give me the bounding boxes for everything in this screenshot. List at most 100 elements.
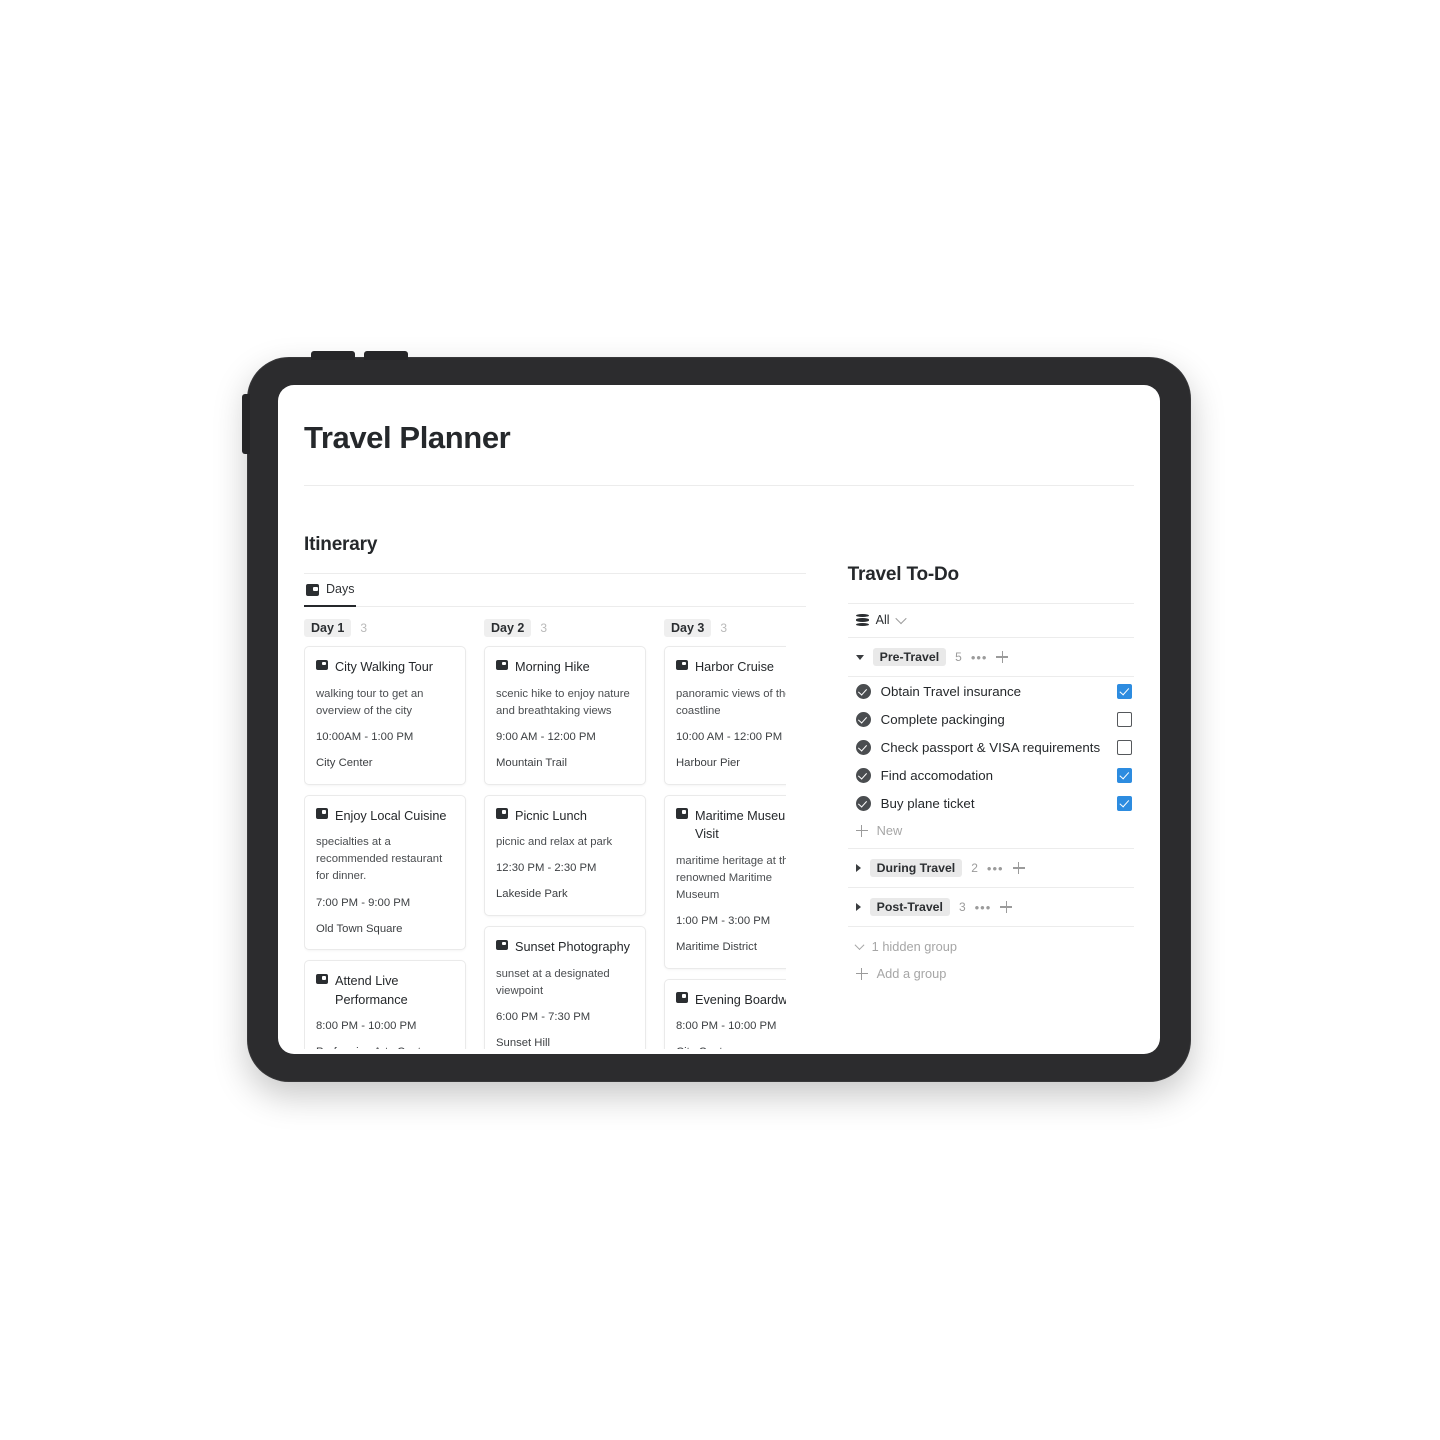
add-group-button[interactable]: Add a group (848, 954, 1134, 981)
calendar-icon (316, 972, 328, 985)
day-count: 3 (720, 621, 728, 636)
hidden-group-label: 1 hidden group (871, 939, 958, 955)
todo-new-item-label: New (876, 823, 903, 839)
todo-item-row[interactable]: Complete packinging (848, 705, 1134, 733)
hidden-group-toggle[interactable]: 1 hidden group (848, 927, 1134, 954)
itinerary-card[interactable]: Sunset Photography sunset at a designate… (484, 926, 646, 1050)
card-time: 9:00 AM - 12:00 PM (496, 730, 596, 743)
day-count: 3 (540, 621, 548, 636)
group-name-pill: Pre-Travel (872, 648, 947, 667)
add-group-label: Add a group (876, 966, 947, 982)
calendar-icon (496, 658, 508, 671)
todo-item-checkbox[interactable] (1117, 795, 1132, 811)
volume-down-button[interactable] (364, 351, 408, 360)
card-title-row: Evening Boardwalk (676, 991, 786, 1009)
itinerary-card[interactable]: Evening Boardwalk 8:00 PM - 10:00 PM Cit… (664, 978, 786, 1050)
todo-item-row[interactable]: Check passport & VISA requirements (848, 733, 1134, 761)
group-add-icon[interactable] (1000, 901, 1013, 914)
day-header[interactable]: Day 2 3 (484, 619, 646, 646)
card-description: picnic and relax at park (496, 836, 613, 849)
itinerary-board-scroll[interactable]: Day 1 3 City Walking Tour walking tour t… (304, 619, 786, 1050)
day-column: Day 3 3 Harbor Cruise panoramic views of… (664, 619, 786, 1050)
card-title-row: Maritime Museum Visit (676, 807, 786, 844)
day-count: 3 (360, 621, 368, 636)
power-button[interactable] (242, 394, 250, 454)
card-time: 8:00 PM - 10:00 PM (316, 1020, 417, 1033)
tab-days[interactable]: Days (304, 574, 357, 608)
todo-group-header-during-travel[interactable]: During Travel 2 ••• (847, 849, 1134, 889)
card-location: Performing Arts Center (316, 1044, 454, 1049)
tablet-device-frame: Travel Planner Itinerary Days Day 1 3 Ci… (242, 351, 1191, 1082)
card-time: 6:00 PM - 7:30 PM (496, 1010, 591, 1023)
itinerary-card[interactable]: Enjoy Local Cuisine specialties at a rec… (304, 794, 466, 951)
card-location: Sunset Hill (496, 1036, 550, 1049)
todo-heading: Travel To-Do (847, 564, 959, 586)
day-header[interactable]: Day 3 3 (664, 619, 786, 646)
group-more-options-icon[interactable]: ••• (975, 901, 992, 914)
check-circle-icon (855, 739, 871, 755)
day-header[interactable]: Day 1 3 (304, 619, 466, 646)
todo-item-checkbox[interactable] (1117, 711, 1132, 727)
card-title-row: Sunset Photography (496, 938, 634, 956)
group-more-options-icon[interactable]: ••• (987, 862, 1004, 875)
day-name-pill: Day 1 (304, 619, 352, 638)
card-title-row: Picnic Lunch (496, 807, 634, 825)
group-count: 5 (955, 650, 962, 665)
chevron-down-icon[interactable] (894, 613, 907, 625)
itinerary-card[interactable]: Attend Live Performance 8:00 PM - 10:00 … (304, 960, 466, 1050)
app-header: Travel Planner (278, 385, 1160, 487)
calendar-icon (676, 991, 688, 1003)
todo-group-header-post-travel[interactable]: Post-Travel 3 ••• (847, 888, 1134, 928)
calendar-icon (496, 938, 508, 951)
day-name-pill: Day 2 (484, 619, 532, 638)
card-title: Maritime Museum Visit (695, 808, 786, 842)
group-add-icon[interactable] (1012, 862, 1025, 875)
card-time: 10:00 AM - 12:00 PM (676, 730, 783, 743)
todo-item-checkbox[interactable] (1117, 739, 1132, 755)
card-description: scenic hike to enjoy nature and breathta… (496, 687, 630, 717)
todo-item-row[interactable]: Obtain Travel insurance (848, 677, 1134, 705)
day-column: Day 1 3 City Walking Tour walking tour t… (304, 619, 466, 1050)
todo-item-checkbox[interactable] (1117, 683, 1132, 699)
todo-group-header-pre-travel[interactable]: Pre-Travel 5 ••• (847, 638, 1134, 678)
card-title-row: Enjoy Local Cuisine (316, 807, 454, 825)
calendar-icon (316, 807, 328, 819)
card-description: specialties at a recommended restaurant … (316, 836, 443, 883)
card-title: City Walking Tour (335, 660, 434, 675)
itinerary-card[interactable]: Maritime Museum Visit maritime heritage … (664, 794, 786, 969)
card-title-row: Harbor Cruise (676, 658, 786, 676)
day-column: Day 2 3 Morning Hike scenic hike to enjo… (484, 619, 646, 1050)
itinerary-card[interactable]: Harbor Cruise panoramic views of the coa… (664, 646, 786, 785)
group-more-options-icon[interactable]: ••• (971, 651, 988, 664)
itinerary-card[interactable]: Morning Hike scenic hike to enjoy nature… (484, 646, 646, 785)
collapse-triangle-icon[interactable] (855, 864, 861, 873)
check-circle-icon (855, 711, 871, 727)
card-description: sunset at a designated viewpoint (496, 967, 610, 997)
card-title-row: Morning Hike (496, 658, 634, 676)
tab-days-label: Days (326, 582, 355, 597)
todo-item-label: Find accomodation (880, 767, 993, 783)
todo-item-row[interactable]: Buy plane ticket (848, 789, 1134, 817)
itinerary-section: Itinerary Days Day 1 3 City Walking Tour… (304, 486, 806, 1054)
itinerary-card[interactable]: Picnic Lunch picnic and relax at park 12… (484, 794, 646, 917)
card-time: 10:00AM - 1:00 PM (316, 730, 414, 743)
card-location: Harbour Pier (676, 756, 741, 769)
calendar-icon (496, 807, 508, 819)
todo-filter-bar[interactable]: All (847, 604, 1134, 639)
tablet-screen: Travel Planner Itinerary Days Day 1 3 Ci… (278, 385, 1160, 1054)
volume-up-button[interactable] (311, 351, 355, 360)
check-circle-icon (855, 795, 871, 811)
collapse-triangle-icon[interactable] (855, 654, 864, 660)
todo-item-label: Obtain Travel insurance (880, 683, 1022, 699)
collapse-triangle-icon[interactable] (855, 903, 861, 912)
todo-item-checkbox[interactable] (1117, 767, 1132, 783)
itinerary-card[interactable]: City Walking Tour walking tour to get an… (304, 646, 466, 785)
page-title: Travel Planner (304, 420, 511, 455)
group-add-icon[interactable] (996, 651, 1009, 664)
screenshot-stage: Travel Planner Itinerary Days Day 1 3 Ci… (0, 0, 1440, 1440)
card-time: 8:00 PM - 10:00 PM (676, 1020, 777, 1033)
todo-new-item-button[interactable]: New (847, 817, 1134, 850)
todo-item-row[interactable]: Find accomodation (848, 761, 1134, 789)
card-title: Evening Boardwalk (695, 992, 786, 1007)
card-description: maritime heritage at the renowned Mariti… (676, 854, 786, 901)
